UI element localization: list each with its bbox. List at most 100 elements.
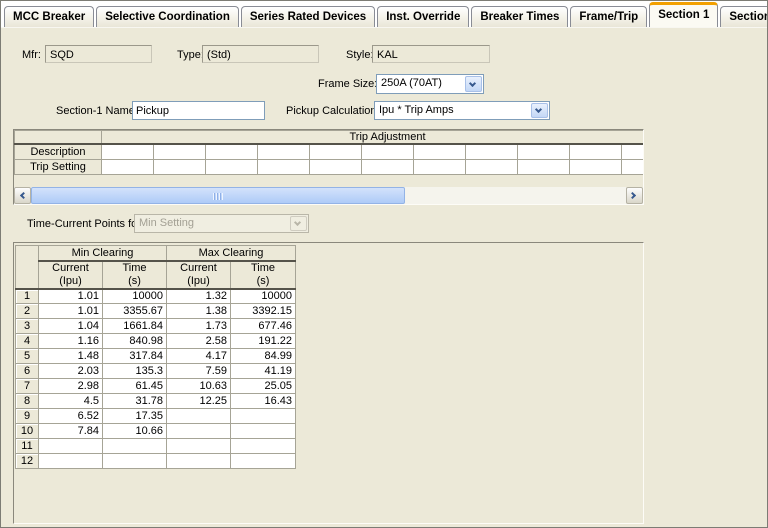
row-number[interactable]: 12 [16,454,39,469]
cell-max-current[interactable] [167,439,231,454]
cell-max-time[interactable] [231,424,296,439]
section-name-input[interactable] [132,101,265,120]
cell-max-current[interactable]: 1.38 [167,304,231,319]
cell-max-current[interactable] [167,424,231,439]
cell-max-time[interactable]: 10000 [231,289,296,304]
scroll-left-button[interactable] [14,187,31,204]
trip-adjustment-cell[interactable] [206,159,258,174]
pickup-calc-dropdown[interactable]: Ipu * Trip Amps [374,101,550,120]
cell-max-time[interactable]: 84.99 [231,349,296,364]
tab-breaker-times[interactable]: Breaker Times [471,6,568,27]
cell-max-time[interactable] [231,454,296,469]
trip-adjustment-cell[interactable] [154,159,206,174]
row-number[interactable]: 8 [16,394,39,409]
trip-adjustment-cell[interactable] [622,159,645,174]
trip-adjustment-cell[interactable] [622,144,645,159]
cell-min-time[interactable]: 1661.84 [103,319,167,334]
cell-max-current[interactable]: 4.17 [167,349,231,364]
cell-min-current[interactable]: 2.03 [39,364,103,379]
cell-max-current[interactable] [167,454,231,469]
cell-min-current[interactable]: 2.98 [39,379,103,394]
cell-min-time[interactable]: 10000 [103,289,167,304]
tab-series-rated-devices[interactable]: Series Rated Devices [241,6,375,27]
trip-adjustment-cell[interactable] [258,159,310,174]
trip-adjustment-cell[interactable] [206,144,258,159]
trip-adjustment-cell[interactable] [518,144,570,159]
row-number[interactable]: 5 [16,349,39,364]
scroll-right-button[interactable] [626,187,643,204]
row-number[interactable]: 11 [16,439,39,454]
cell-min-time[interactable]: 135.3 [103,364,167,379]
trip-adjustment-cell[interactable] [466,144,518,159]
row-number[interactable]: 6 [16,364,39,379]
trip-adjustment-cell[interactable] [466,159,518,174]
cell-max-current[interactable]: 12.25 [167,394,231,409]
cell-min-current[interactable]: 1.01 [39,289,103,304]
row-number[interactable]: 3 [16,319,39,334]
cell-min-current[interactable]: 7.84 [39,424,103,439]
cell-min-current[interactable]: 4.5 [39,394,103,409]
trip-adjustment-cell[interactable] [570,144,622,159]
tab-mcc-breaker[interactable]: MCC Breaker [4,6,94,27]
trip-adjustment-cell[interactable] [310,144,362,159]
cell-max-time[interactable]: 191.22 [231,334,296,349]
cell-min-time[interactable]: 31.78 [103,394,167,409]
cell-max-current[interactable]: 2.58 [167,334,231,349]
cell-max-time[interactable] [231,439,296,454]
scrollbar-thumb[interactable] [31,187,405,204]
tab-selective-coordination[interactable]: Selective Coordination [96,6,239,27]
trip-adjustment-cell[interactable] [310,159,362,174]
frame-size-dropdown[interactable]: 250A (70AT) [376,74,484,94]
tab-inst-override[interactable]: Inst. Override [377,6,469,27]
cell-min-current[interactable]: 1.04 [39,319,103,334]
row-number[interactable]: 2 [16,304,39,319]
tab-section-2[interactable]: Section 2 [720,6,767,27]
trip-adjustment-cell[interactable] [258,144,310,159]
cell-min-current[interactable]: 1.01 [39,304,103,319]
cell-min-time[interactable]: 17.35 [103,409,167,424]
trip-adjustment-cell[interactable] [518,159,570,174]
cell-max-current[interactable]: 1.73 [167,319,231,334]
row-number[interactable]: 1 [16,289,39,304]
tab-section-1[interactable]: Section 1 [649,2,718,27]
cell-min-time[interactable]: 317.84 [103,349,167,364]
trip-adjustment-cell[interactable] [362,144,414,159]
cell-min-current[interactable] [39,439,103,454]
trip-adjustment-cell[interactable] [570,159,622,174]
cell-max-current[interactable]: 7.59 [167,364,231,379]
trip-adjustment-cell[interactable] [414,144,466,159]
tab-frame-trip[interactable]: Frame/Trip [570,6,647,27]
cell-max-time[interactable]: 25.05 [231,379,296,394]
cell-min-time[interactable]: 3355.67 [103,304,167,319]
cell-min-current[interactable]: 1.48 [39,349,103,364]
cell-min-current[interactable]: 1.16 [39,334,103,349]
cell-min-time[interactable]: 840.98 [103,334,167,349]
table-row: 62.03135.37.5941.19 [16,364,296,379]
cell-min-current[interactable] [39,454,103,469]
cell-min-time[interactable]: 10.66 [103,424,167,439]
row-number[interactable]: 10 [16,424,39,439]
trip-adjustment-cell[interactable] [154,144,206,159]
cell-max-time[interactable]: 677.46 [231,319,296,334]
trip-adjustment-cell[interactable] [362,159,414,174]
cell-max-current[interactable]: 1.32 [167,289,231,304]
trip-adjustment-cell[interactable] [414,159,466,174]
row-number[interactable]: 7 [16,379,39,394]
cell-max-time[interactable] [231,409,296,424]
trip-adjustment-cell[interactable] [102,159,154,174]
cell-max-current[interactable] [167,409,231,424]
cell-min-time[interactable] [103,439,167,454]
cell-max-time[interactable]: 41.19 [231,364,296,379]
cell-max-time[interactable]: 16.43 [231,394,296,409]
cell-min-current[interactable]: 6.52 [39,409,103,424]
cell-max-current[interactable]: 10.63 [167,379,231,394]
horizontal-scrollbar[interactable] [14,187,643,204]
cell-min-time[interactable]: 61.45 [103,379,167,394]
cell-min-time[interactable] [103,454,167,469]
row-number[interactable]: 9 [16,409,39,424]
trip-adjustment-cell[interactable] [102,144,154,159]
cell-max-time[interactable]: 3392.15 [231,304,296,319]
pickup-calc-dropdown-button[interactable] [531,103,548,118]
frame-size-dropdown-button[interactable] [465,76,482,92]
row-number[interactable]: 4 [16,334,39,349]
